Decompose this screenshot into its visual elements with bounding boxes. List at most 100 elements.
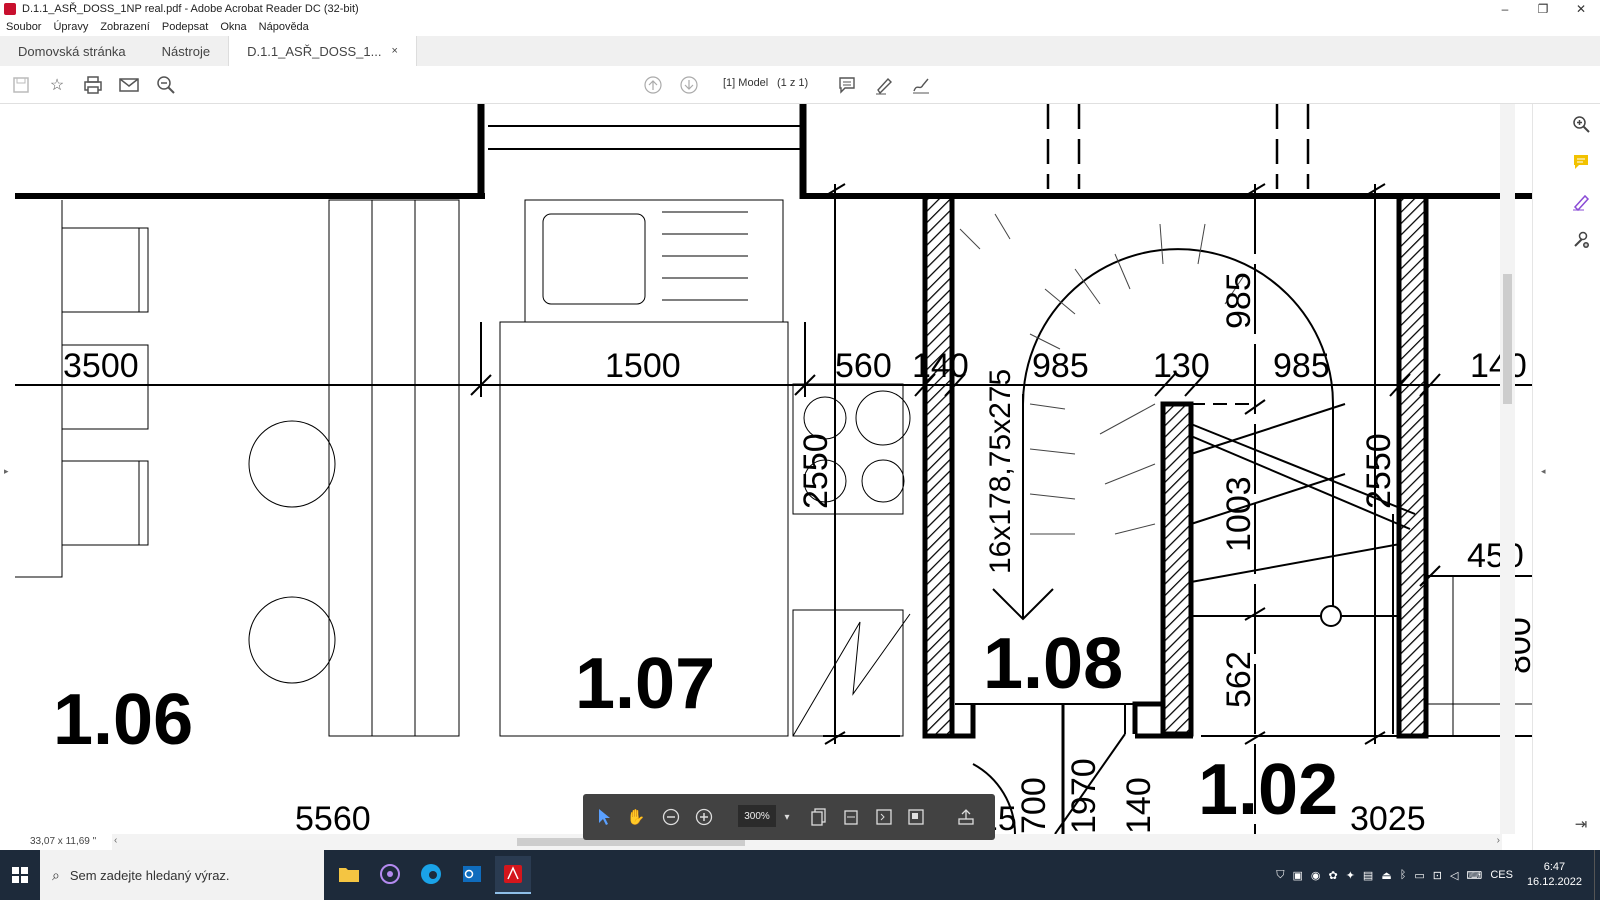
- collapse-panel-icon[interactable]: ⇥: [1571, 814, 1591, 834]
- tab-home-label: Domovská stránka: [18, 43, 126, 59]
- close-window-button[interactable]: ✕: [1562, 0, 1600, 18]
- fit-page-icon[interactable]: [873, 806, 895, 828]
- edge-browser-icon[interactable]: [413, 856, 449, 892]
- share-upload-icon[interactable]: [955, 806, 977, 828]
- tab-tools-label: Nástroje: [161, 43, 211, 59]
- dim-2550-a: 2550: [797, 433, 835, 509]
- dim-1003: 1003: [1220, 476, 1258, 552]
- restore-button[interactable]: ❐: [1524, 0, 1562, 18]
- tab-close-button[interactable]: ×: [391, 45, 397, 57]
- start-button[interactable]: [0, 850, 40, 900]
- star-icon[interactable]: ☆: [46, 74, 68, 96]
- menu-upravy[interactable]: Úpravy: [53, 21, 88, 33]
- print-icon[interactable]: [82, 74, 104, 96]
- sign-icon[interactable]: [910, 74, 932, 96]
- window-title: D.1.1_ASŘ_DOSS_1NP real.pdf - Adobe Acro…: [22, 3, 359, 15]
- minimize-button[interactable]: –: [1486, 0, 1524, 18]
- app-tray-icon[interactable]: ✿: [1328, 869, 1337, 882]
- acrobat-app-icon: [4, 3, 16, 15]
- tab-home[interactable]: Domovská stránka: [0, 36, 144, 66]
- dim-2550-b: 2550: [1360, 433, 1398, 509]
- zoom-in-icon[interactable]: [693, 806, 715, 828]
- clock-time: 6:47: [1543, 861, 1566, 873]
- room-number-102: 1.02: [1198, 750, 1338, 830]
- dim-140-c: 140: [1120, 777, 1158, 834]
- expand-right-icon[interactable]: ◂: [1541, 466, 1546, 477]
- main-toolbar: ☆ [1] Model (1 z 1): [0, 66, 1600, 104]
- shield-tray-icon[interactable]: ⛉: [1276, 869, 1284, 882]
- language-indicator[interactable]: CES: [1490, 869, 1513, 881]
- acrobat-taskbar-icon[interactable]: [495, 856, 531, 894]
- zoom-out-icon[interactable]: [660, 806, 682, 828]
- show-desktop-button[interactable]: [1594, 850, 1600, 900]
- dim-3500: 3500: [63, 347, 139, 385]
- clock[interactable]: 6:47 16.12.2022: [1527, 860, 1582, 890]
- save-icon[interactable]: [10, 74, 32, 96]
- usb-tray-icon[interactable]: ⏏: [1381, 869, 1391, 882]
- dim-1500: 1500: [605, 347, 681, 385]
- taskbar-search-box[interactable]: ⌕ Sem zadejte hledaný výraz.: [40, 850, 324, 900]
- dim-140-b: 140: [1470, 347, 1527, 385]
- outlook-icon[interactable]: [454, 856, 490, 892]
- file-explorer-icon[interactable]: [331, 856, 367, 892]
- taskbar-search-placeholder: Sem zadejte hledaný výraz.: [69, 867, 230, 883]
- window-tray-icon[interactable]: ▣: [1292, 869, 1302, 882]
- dim-562: 562: [1220, 651, 1258, 708]
- zoom-dropdown-icon[interactable]: ▾: [776, 806, 798, 828]
- menu-soubor[interactable]: Soubor: [6, 21, 41, 33]
- select-cursor-icon[interactable]: [593, 806, 615, 828]
- page-down-icon[interactable]: [678, 74, 700, 96]
- app-purple-icon[interactable]: [372, 856, 408, 892]
- page-view-icon[interactable]: [808, 806, 830, 828]
- fill-sign-panel-icon[interactable]: [1571, 192, 1591, 212]
- tab-document[interactable]: D.1.1_ASŘ_DOSS_1... ×: [228, 36, 417, 66]
- highlight-pen-icon[interactable]: [873, 74, 895, 96]
- hand-tool-icon[interactable]: ✋: [625, 806, 647, 828]
- page-label[interactable]: [1] Model: [723, 77, 768, 89]
- mail-icon[interactable]: [118, 74, 140, 96]
- scroll-left-icon[interactable]: ‹: [114, 835, 117, 846]
- page-up-icon[interactable]: [642, 74, 664, 96]
- zoom-level-input[interactable]: 300%: [738, 805, 776, 827]
- battery-tray-icon[interactable]: ▭: [1414, 869, 1424, 882]
- display-tray-icon[interactable]: ▤: [1363, 869, 1373, 882]
- page-count: (1 z 1): [777, 77, 809, 89]
- menu-okna[interactable]: Okna: [220, 21, 246, 33]
- dim-140-a: 140: [912, 347, 969, 385]
- zoom-in-panel-icon[interactable]: [1571, 114, 1591, 134]
- search-icon: ⌕: [52, 866, 60, 883]
- expand-left-icon[interactable]: ▸: [4, 466, 9, 477]
- tab-document-label: D.1.1_ASŘ_DOSS_1...: [247, 43, 382, 59]
- room-number-106: 1.06: [53, 680, 193, 760]
- menu-napoveda[interactable]: Nápověda: [259, 21, 309, 33]
- full-screen-icon[interactable]: [905, 806, 927, 828]
- menu-podepsat[interactable]: Podepsat: [162, 21, 208, 33]
- zoom-out-search-icon[interactable]: [155, 74, 177, 96]
- dim-130: 130: [1153, 347, 1210, 385]
- tab-bar: Domovská stránka Nástroje D.1.1_ASŘ_DOSS…: [0, 36, 1600, 67]
- dim-3025: 3025: [1350, 800, 1426, 834]
- vertical-scrollbar[interactable]: [1500, 104, 1515, 834]
- dim-985-vertical: 985: [1220, 272, 1258, 329]
- page-size-label: 33,07 x 11,69 ": [30, 836, 97, 847]
- fit-width-icon[interactable]: [840, 806, 862, 828]
- dim-985-a: 985: [1032, 347, 1089, 385]
- document-viewer[interactable]: 1.06 1.07 1.08 1.02 3500 1500 560 140 98…: [15, 104, 1532, 834]
- tab-tools[interactable]: Nástroje: [144, 36, 228, 66]
- more-tools-panel-icon[interactable]: [1571, 230, 1591, 250]
- menu-zobrazeni[interactable]: Zobrazení: [100, 21, 150, 33]
- left-panel-toggle[interactable]: ▸: [0, 104, 15, 834]
- network-tray-icon[interactable]: ⊡: [1433, 869, 1442, 882]
- comment-panel-icon[interactable]: [1571, 152, 1591, 172]
- teams-tray-icon[interactable]: ✦: [1346, 869, 1355, 882]
- record-tray-icon[interactable]: ◉: [1311, 869, 1321, 882]
- volume-tray-icon[interactable]: ◁: [1450, 869, 1458, 882]
- dim-5560: 5560: [295, 800, 371, 834]
- scroll-right-icon[interactable]: ›: [1497, 835, 1500, 846]
- keyboard-tray-icon[interactable]: ⌨: [1466, 869, 1482, 882]
- comment-icon[interactable]: [836, 74, 858, 96]
- clock-date: 16.12.2022: [1526, 876, 1582, 888]
- vertical-scroll-thumb[interactable]: [1503, 274, 1512, 404]
- floor-plan-drawing: 1.06 1.07 1.08 1.02 3500 1500 560 140 98…: [15, 104, 1532, 834]
- bluetooth-tray-icon[interactable]: ᛒ: [1400, 869, 1407, 881]
